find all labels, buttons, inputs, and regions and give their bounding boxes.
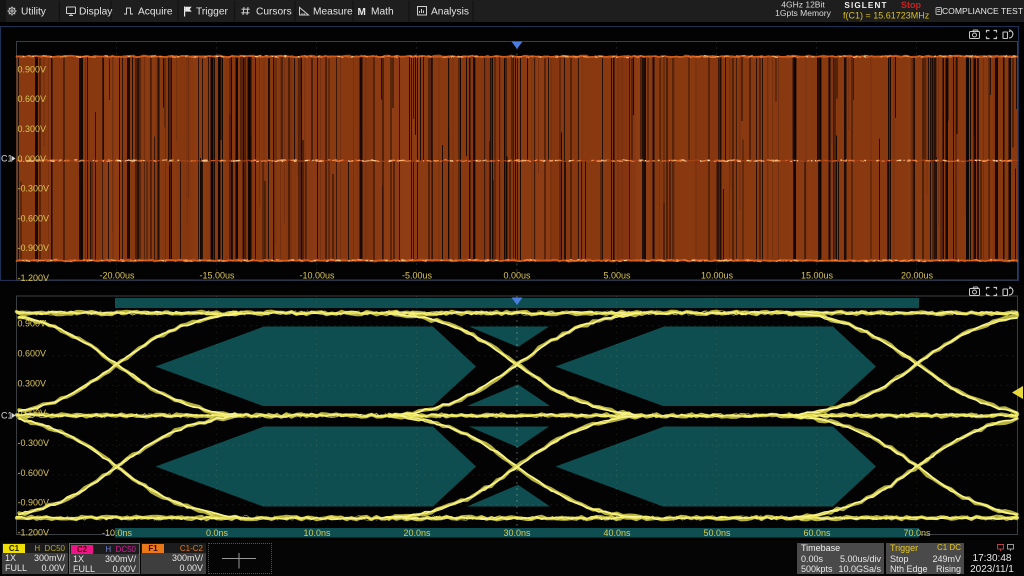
svg-text:30.0ns: 30.0ns bbox=[503, 528, 531, 538]
svg-text:Math: Math bbox=[371, 7, 394, 18]
svg-text:-0.600V: -0.600V bbox=[18, 213, 50, 223]
svg-text:0.00us: 0.00us bbox=[503, 271, 531, 281]
svg-text:5.00us: 5.00us bbox=[603, 271, 631, 281]
svg-text:f(C1) = 15.61723MHz: f(C1) = 15.61723MHz bbox=[843, 11, 930, 21]
svg-text:C1: C1 bbox=[1, 154, 13, 164]
svg-text:Stop: Stop bbox=[901, 0, 921, 10]
svg-text:Cursors: Cursors bbox=[256, 7, 292, 18]
svg-text:0.600V: 0.600V bbox=[18, 349, 47, 359]
svg-text:60.0ns: 60.0ns bbox=[803, 528, 831, 538]
svg-text:70.0ns: 70.0ns bbox=[903, 528, 931, 538]
svg-text:Measure: Measure bbox=[313, 7, 353, 18]
svg-text:10.00us: 10.00us bbox=[701, 271, 734, 281]
svg-text:-1.200V: -1.200V bbox=[18, 527, 50, 537]
svg-text:0.0ns: 0.0ns bbox=[206, 528, 229, 538]
svg-text:COMPLIANCE TEST: COMPLIANCE TEST bbox=[942, 6, 1024, 16]
svg-text:-5.00us: -5.00us bbox=[402, 271, 433, 281]
svg-text:Utility: Utility bbox=[21, 7, 47, 18]
svg-text:1Gpts Memory: 1Gpts Memory bbox=[775, 8, 831, 18]
svg-text:C1: C1 bbox=[1, 411, 13, 421]
svg-text:0.300V: 0.300V bbox=[18, 378, 47, 388]
svg-text:40.0ns: 40.0ns bbox=[603, 528, 631, 538]
svg-text:Analysis: Analysis bbox=[431, 7, 469, 18]
svg-text:SIGLENT: SIGLENT bbox=[844, 1, 887, 10]
svg-text:10.0ns: 10.0ns bbox=[303, 528, 331, 538]
svg-text:-0.300V: -0.300V bbox=[18, 438, 50, 448]
svg-text:-15.00us: -15.00us bbox=[199, 271, 235, 281]
svg-text:-10.0ns: -10.0ns bbox=[102, 528, 133, 538]
svg-text:Trigger: Trigger bbox=[196, 7, 228, 18]
svg-text:50.0ns: 50.0ns bbox=[703, 528, 731, 538]
svg-text:M: M bbox=[358, 7, 366, 18]
svg-text:-20.00us: -20.00us bbox=[99, 271, 135, 281]
svg-text:Display: Display bbox=[79, 7, 113, 18]
svg-text:0.000V: 0.000V bbox=[18, 154, 47, 164]
svg-text:20.00us: 20.00us bbox=[901, 271, 934, 281]
svg-text:Acquire: Acquire bbox=[138, 7, 173, 18]
svg-text:15.00us: 15.00us bbox=[801, 271, 834, 281]
svg-text:-0.600V: -0.600V bbox=[18, 468, 50, 478]
svg-text:0.900V: 0.900V bbox=[18, 64, 47, 74]
svg-text:-1.200V: -1.200V bbox=[18, 273, 50, 281]
svg-text:20.0ns: 20.0ns bbox=[403, 528, 431, 538]
svg-text:0.600V: 0.600V bbox=[18, 94, 47, 104]
svg-text:-0.300V: -0.300V bbox=[18, 184, 50, 194]
svg-text:-0.900V: -0.900V bbox=[18, 243, 50, 253]
svg-text:-10.00us: -10.00us bbox=[299, 271, 335, 281]
svg-text:0.300V: 0.300V bbox=[18, 124, 47, 134]
